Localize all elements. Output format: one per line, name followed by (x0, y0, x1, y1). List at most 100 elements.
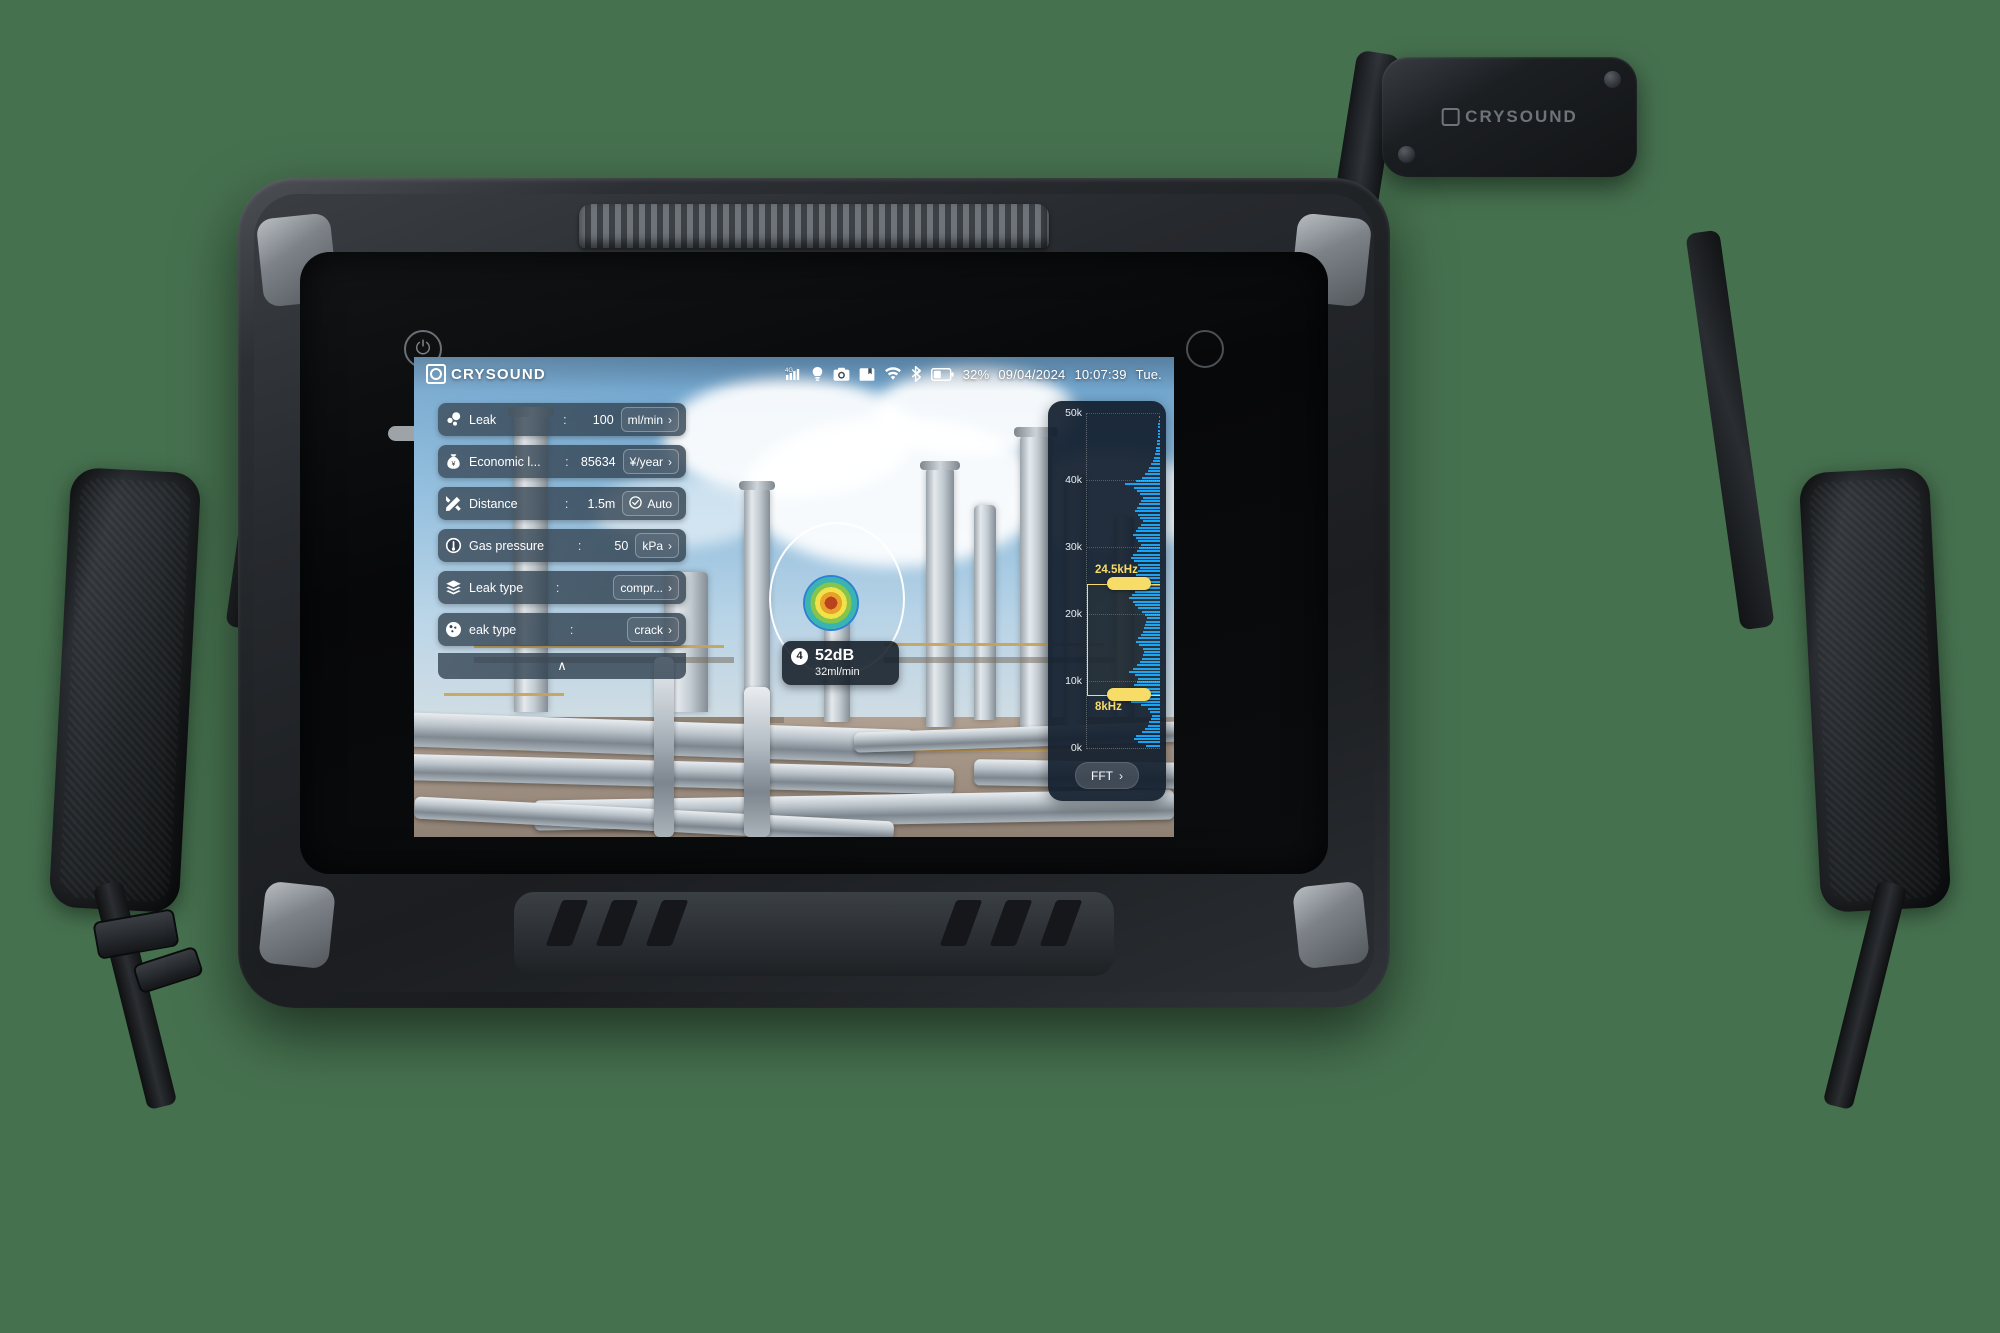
band-high-label: 24.5kHz (1095, 563, 1138, 576)
param-label: Economic l... (469, 454, 541, 469)
fft-bar (1136, 550, 1160, 553)
param-row-economic-loss[interactable]: ¥ Economic l... : 85634 ¥/year › (438, 445, 686, 478)
fft-bar (1135, 573, 1160, 576)
param-colon: : (569, 622, 574, 637)
param-label: Leak (469, 412, 497, 427)
bottom-grip (514, 892, 1114, 976)
fft-bar (1141, 476, 1160, 479)
svg-text:4G: 4G (785, 368, 793, 374)
param-unit-selector[interactable]: ml/min › (620, 407, 679, 432)
fft-bar (1158, 423, 1160, 426)
fft-bar (1130, 557, 1160, 560)
status-bar: CRYSOUND 4G 32% 09/04/2024 10:07:39 Tue. (414, 357, 1174, 391)
chevron-right-icon: › (668, 454, 672, 469)
param-colon: : (564, 496, 569, 511)
marker-db-value: 52dB (815, 647, 855, 664)
fft-bar (1142, 520, 1160, 523)
fft-bar (1157, 429, 1160, 432)
param-unit-label: Auto (647, 496, 672, 511)
camera-icon[interactable] (833, 367, 850, 382)
status-weekday: Tue. (1135, 366, 1162, 382)
secondary-button[interactable] (1186, 330, 1224, 368)
fft-bar (1136, 490, 1160, 493)
acoustic-heatmap-blob (803, 575, 859, 631)
param-label: Leak type (469, 580, 524, 595)
fft-bar (1145, 727, 1160, 730)
device-screen[interactable]: CRYSOUND 4G 32% 09/04/2024 10:07:39 Tue.… (414, 357, 1174, 837)
param-row-break-type[interactable]: eak type : crack › (438, 613, 686, 646)
band-handle-low[interactable] (1107, 687, 1152, 701)
shoulder-pad-left (48, 466, 202, 914)
fft-bar (1157, 433, 1160, 436)
fft-bar (1139, 503, 1160, 506)
param-unit-selector[interactable]: compr... › (613, 575, 679, 600)
ruler-pencil-icon (445, 495, 462, 512)
wifi-icon[interactable] (884, 367, 902, 381)
bulb-icon[interactable] (811, 366, 824, 382)
fft-bar (1158, 426, 1160, 429)
param-row-gas-pressure[interactable]: Gas pressure : 50 kPa › (438, 529, 686, 562)
screw-icon (1398, 146, 1415, 163)
param-unit-selector[interactable]: ¥/year › (622, 449, 679, 474)
battery-icon (930, 367, 954, 381)
fft-button[interactable]: FFT › (1075, 762, 1139, 789)
param-unit-selector[interactable]: crack › (627, 617, 679, 642)
fft-panel[interactable]: 0k 10k 20k 30k 40k 50k 24.5kHz 8kHz FFT › (1048, 401, 1166, 801)
grid-line (1087, 480, 1160, 481)
param-unit-label: ¥/year (629, 454, 663, 469)
band-handle-high[interactable] (1107, 577, 1152, 591)
app-logo-text: CRYSOUND (451, 365, 546, 383)
status-date: 09/04/2024 (998, 366, 1066, 382)
fft-bar (1149, 721, 1160, 724)
chevron-up-icon: ∧ (557, 658, 567, 673)
check-circle-icon (629, 495, 643, 512)
acoustic-sensor-module: CRYSOUND (1382, 57, 1637, 177)
fft-bar (1140, 543, 1160, 546)
distance-auto-toggle[interactable]: Auto (622, 491, 679, 516)
fft-bar (1156, 443, 1160, 446)
param-unit-label: crack (634, 622, 663, 637)
bowling-ball-icon (445, 621, 462, 638)
fft-y-tick-label: 20k (1065, 608, 1082, 620)
fft-bar (1141, 731, 1160, 734)
fft-bar (1147, 469, 1160, 472)
param-row-leak-type[interactable]: Leak type : compr... › (438, 571, 686, 604)
fft-bar (1157, 436, 1160, 439)
fft-bar (1140, 523, 1160, 526)
param-unit-selector[interactable]: kPa › (635, 533, 679, 558)
gauge-icon (445, 537, 462, 554)
marker-index-badge: 4 (791, 647, 808, 665)
strap-adjuster-left (131, 945, 205, 995)
fft-bar (1158, 416, 1160, 419)
fft-bar (1135, 510, 1160, 513)
fft-bar (1138, 526, 1160, 529)
band-low-label: 8kHz (1095, 701, 1122, 714)
fft-bar (1137, 563, 1160, 566)
chevron-right-icon: › (1119, 768, 1123, 783)
bluetooth-icon[interactable] (911, 366, 922, 382)
fft-bar (1150, 711, 1160, 714)
param-value: 1.5m (587, 496, 616, 511)
bookmark-icon[interactable] (859, 367, 875, 382)
param-label: Distance (469, 496, 518, 511)
money-bag-icon: ¥ (445, 453, 462, 470)
fft-y-tick-label: 0k (1070, 742, 1082, 754)
chevron-right-icon: › (668, 538, 672, 553)
param-row-leak[interactable]: Leak : 100 ml/min › (438, 403, 686, 436)
fft-bar (1135, 530, 1160, 533)
fft-bar (1151, 714, 1160, 717)
battery-percent: 32% (962, 366, 990, 382)
fft-bar (1145, 744, 1160, 747)
app-logo: CRYSOUND (426, 364, 546, 384)
marker-flow-value: 32ml/min (815, 666, 860, 678)
param-colon: : (565, 454, 569, 469)
leak-drops-icon (445, 411, 462, 428)
param-unit-label: compr... (620, 580, 663, 595)
leak-marker-card[interactable]: 4 52dB 32ml/min (782, 641, 899, 685)
fft-bar (1147, 724, 1160, 727)
collapse-panel-button[interactable]: ∧ (438, 653, 686, 679)
fft-bar (1135, 734, 1160, 737)
param-row-distance[interactable]: Distance : 1.5m Auto (438, 487, 686, 520)
svg-text:¥: ¥ (452, 461, 456, 468)
fft-bar (1133, 737, 1160, 740)
